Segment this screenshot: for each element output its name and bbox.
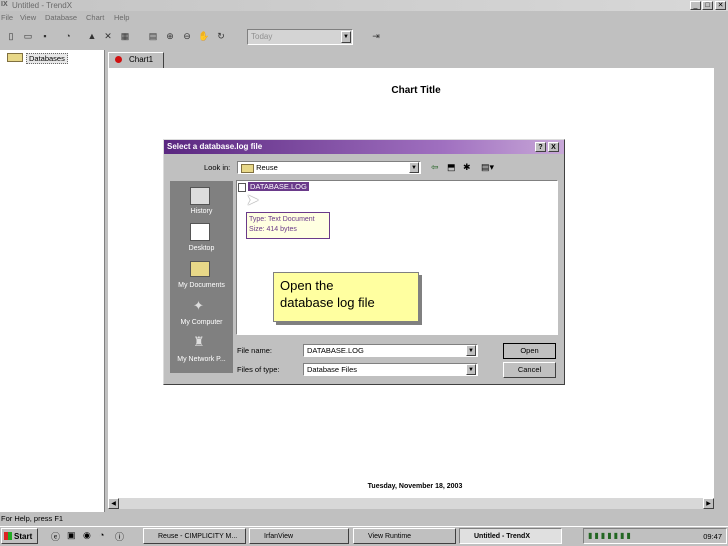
up-folder-icon[interactable]: ⬒ — [447, 162, 456, 173]
properties-icon[interactable]: ▤ — [146, 29, 160, 44]
view-menu-icon[interactable]: ▤▾ — [481, 162, 494, 173]
clock: 09:47 — [703, 532, 722, 541]
quicklaunch-desktop-icon[interactable]: ▣ — [67, 530, 76, 541]
menu-chart[interactable]: Chart — [86, 11, 104, 25]
chart-icon[interactable]: ▲ — [85, 29, 99, 44]
refresh-icon[interactable]: ↻ — [214, 29, 228, 44]
menu-file[interactable]: File — [1, 11, 13, 25]
chart-date-label: Tuesday, November 18, 2003 — [367, 483, 463, 490]
minimize-button[interactable]: _ — [690, 1, 701, 10]
tree-item-databases[interactable]: Databases — [26, 53, 68, 64]
chevron-down-icon[interactable]: ▼ — [466, 345, 476, 356]
database-tree-pane — [0, 50, 105, 512]
status-bar — [0, 512, 728, 525]
place-desktop[interactable]: Desktop — [170, 245, 233, 252]
chevron-down-icon[interactable]: ▼ — [466, 364, 476, 375]
look-in-value: Reuse — [256, 163, 278, 172]
file-name-input[interactable]: DATABASE.LOG ▼ — [303, 344, 478, 357]
open-button[interactable]: Open — [503, 343, 556, 359]
chevron-down-icon[interactable]: ▼ — [409, 162, 419, 173]
record-icon — [115, 56, 122, 63]
quicklaunch-app-icon[interactable]: ◉ — [83, 530, 91, 541]
window-title: Untitled - TrendX — [12, 1, 73, 10]
tooltip-size: Size: 414 bytes — [249, 226, 297, 233]
save-icon[interactable]: ▪ — [38, 29, 52, 44]
menu-view[interactable]: View — [20, 11, 36, 25]
date-range-select[interactable]: Today ▼ — [247, 29, 353, 45]
quicklaunch-ie-icon[interactable]: ⓔ — [51, 530, 60, 543]
back-icon[interactable]: ⇦ — [431, 162, 439, 173]
folder-icon — [241, 163, 254, 173]
open-folder-icon[interactable]: ▭ — [21, 29, 35, 44]
maximize-button[interactable]: □ — [702, 1, 713, 10]
dialog-title: Select a database.log file — [167, 142, 263, 151]
chevron-down-icon[interactable]: ▼ — [341, 31, 351, 43]
grid-icon[interactable]: ▦ — [118, 29, 132, 44]
hand-icon[interactable]: ✋ — [197, 29, 211, 44]
delete-chart-icon[interactable]: ✕ — [101, 29, 115, 44]
start-button[interactable]: Start — [1, 528, 38, 544]
place-my-computer[interactable]: My Computer — [170, 319, 233, 326]
my-documents-icon[interactable] — [190, 261, 210, 277]
zoom-out-icon[interactable]: ⊖ — [180, 29, 194, 44]
quicklaunch-help-icon[interactable]: ⓘ — [115, 530, 124, 543]
horizontal-scrollbar[interactable]: ◀ ▶ — [108, 498, 714, 509]
new-folder-icon[interactable]: ✱ — [463, 162, 471, 173]
zoom-in-icon[interactable]: ⊕ — [163, 29, 177, 44]
place-my-documents[interactable]: My Documents — [170, 282, 233, 289]
windows-logo-icon — [4, 532, 12, 540]
tooltip-type: Type: Text Document — [249, 216, 315, 223]
task-untitled-trendx[interactable]: Untitled - TrendX — [459, 528, 562, 544]
chart-title: Chart Title — [391, 85, 441, 96]
date-range-value: Today — [251, 32, 273, 41]
look-in-select[interactable]: Reuse ▼ — [237, 161, 421, 174]
look-in-label: Look in: — [204, 163, 231, 172]
cancel-button[interactable]: Cancel — [503, 362, 556, 378]
quicklaunch-clock-icon[interactable]: ◔ — [99, 530, 104, 540]
place-history[interactable]: History — [170, 208, 233, 215]
start-label: Start — [14, 532, 33, 541]
scroll-right-icon[interactable]: ▶ — [703, 498, 714, 509]
file-type-select[interactable]: Database Files ▼ — [303, 363, 478, 376]
task-irfanview[interactable]: IrfanView — [249, 528, 349, 544]
file-name-value: DATABASE.LOG — [307, 346, 364, 355]
close-button[interactable]: ✕ — [715, 1, 726, 10]
file-type-label: Files of type: — [237, 365, 280, 374]
file-name-label: File name: — [237, 346, 273, 355]
file-type-value: Database Files — [307, 365, 358, 374]
menu-database[interactable]: Database — [45, 11, 77, 25]
task-view-runtime[interactable]: View Runtime — [353, 528, 456, 544]
text-file-icon — [238, 183, 246, 192]
callout-line1: Open the — [280, 278, 334, 293]
file-tooltip: Type: Text Document Size: 414 bytes — [246, 212, 330, 239]
menu-help[interactable]: Help — [114, 11, 129, 25]
help-button[interactable]: ? — [535, 142, 546, 152]
callout-line2: database log file — [280, 295, 375, 310]
desktop-icon[interactable] — [190, 223, 210, 241]
tray-icons[interactable]: ▮▮▮▮▮▮▮ — [588, 531, 633, 540]
instruction-callout: Open the database log file — [273, 272, 419, 322]
tab-chart1[interactable]: Chart1 — [108, 52, 164, 69]
dialog-close-button[interactable]: X — [548, 142, 559, 152]
app-icon: IX — [1, 1, 8, 8]
system-tray: ▮▮▮▮▮▮▮ 09:47 — [583, 528, 727, 544]
status-text: For Help, press F1 — [1, 514, 64, 523]
place-my-network[interactable]: My Network P... — [170, 356, 233, 363]
menu-bar — [0, 11, 728, 25]
history-icon[interactable] — [190, 187, 210, 205]
scroll-left-icon[interactable]: ◀ — [108, 498, 119, 509]
folder-icon — [7, 53, 23, 62]
title-bar — [0, 0, 728, 11]
clock-icon[interactable]: ◔ — [61, 29, 75, 44]
new-icon[interactable]: ▯ — [4, 29, 18, 44]
network-icon[interactable]: ♜ — [193, 334, 205, 350]
mouse-cursor-icon: ➤ — [246, 192, 260, 209]
task-reuse-cimplicity[interactable]: Reuse - CIMPLICITY M... — [143, 528, 246, 544]
exit-icon[interactable]: ⇥ — [369, 29, 383, 44]
tab-label: Chart1 — [129, 55, 154, 64]
my-computer-icon[interactable]: ✦ — [193, 298, 204, 314]
